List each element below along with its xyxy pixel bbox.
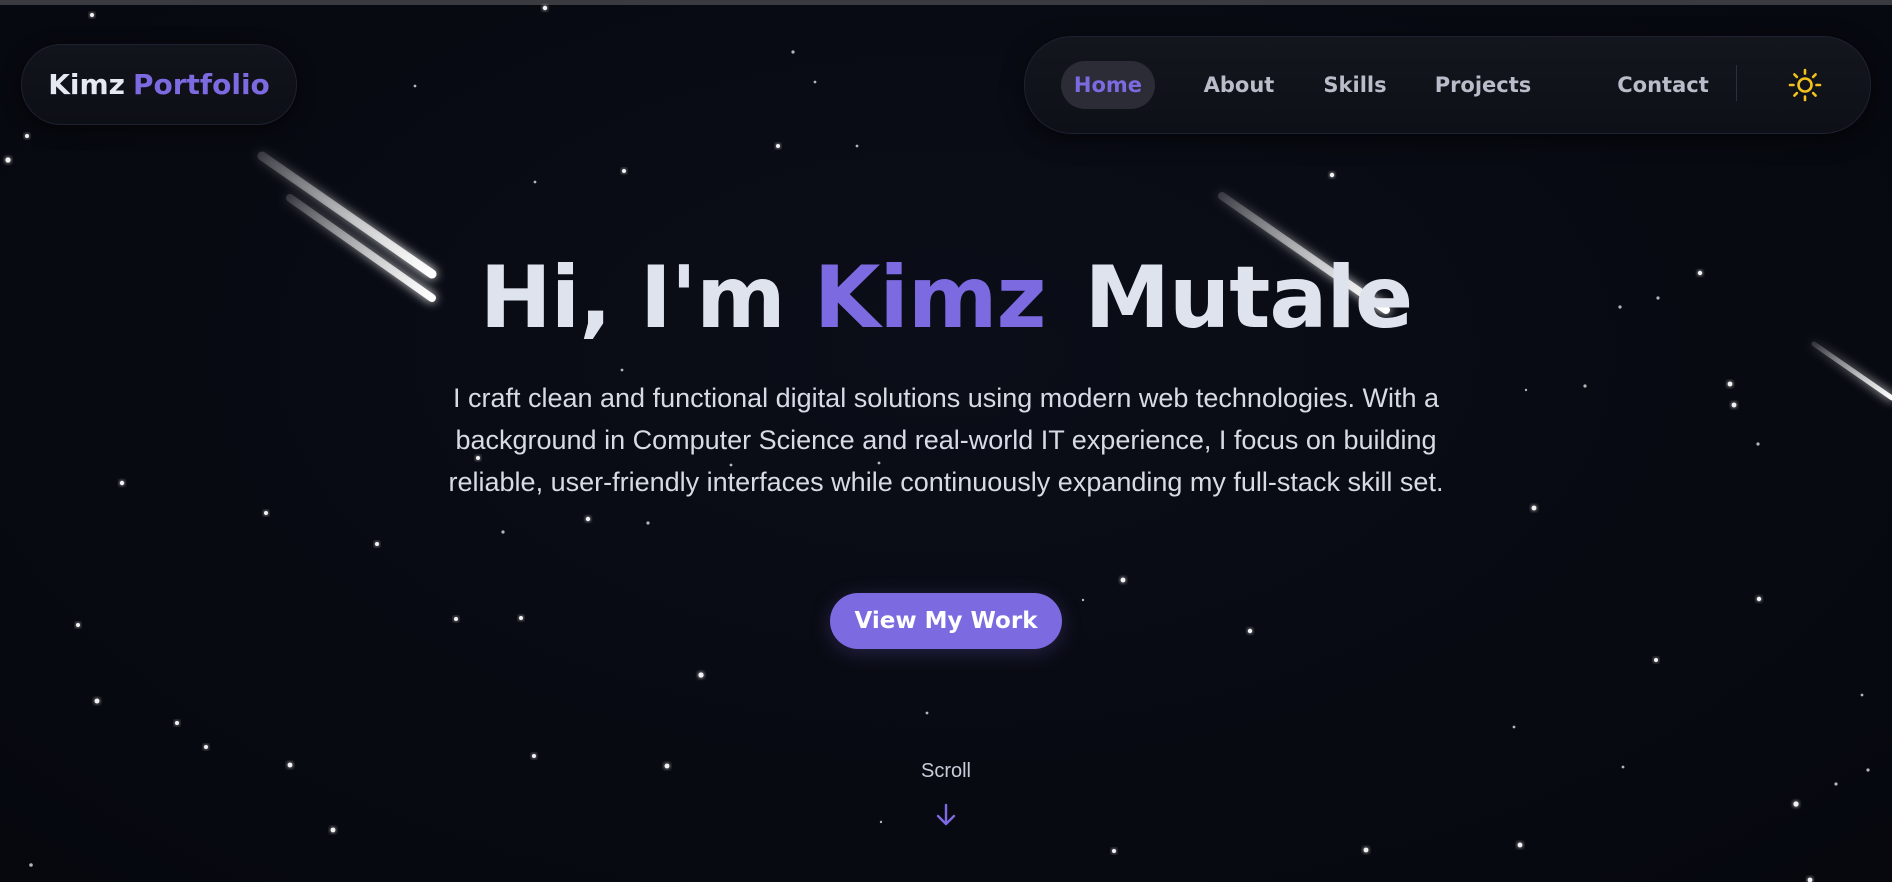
brand-logo[interactable]: Kimz Portfolio: [21, 44, 297, 125]
star: [585, 516, 591, 522]
star: [175, 721, 179, 725]
arrow-down-icon[interactable]: [933, 802, 959, 828]
star: [791, 50, 795, 54]
star: [204, 745, 208, 749]
star: [1866, 768, 1870, 772]
star: [454, 617, 458, 621]
star: [1531, 505, 1537, 511]
star: [375, 542, 379, 546]
sun-icon: [1788, 68, 1822, 102]
star: [5, 157, 11, 163]
star: [501, 530, 505, 534]
shooting-star: [1811, 341, 1892, 401]
star: [1247, 628, 1253, 634]
star: [1860, 693, 1864, 697]
nav-divider: [1736, 65, 1737, 101]
star: [119, 480, 125, 486]
star: [330, 827, 336, 833]
star: [90, 13, 94, 17]
star: [855, 144, 859, 148]
star: [1756, 442, 1760, 446]
star: [1512, 725, 1516, 729]
star: [1727, 381, 1733, 387]
star: [664, 763, 670, 769]
star: [519, 616, 523, 620]
star: [287, 762, 293, 768]
nav-item-label: Projects: [1434, 73, 1532, 97]
star: [1524, 388, 1528, 392]
star: [76, 623, 80, 627]
star: [533, 180, 537, 184]
nav-item-label: Home: [1073, 73, 1143, 97]
star: [1120, 577, 1126, 583]
star: [1793, 801, 1799, 807]
page: Kimz Portfolio Home About Skills Project…: [0, 0, 1892, 882]
theme-toggle-button[interactable]: [1783, 63, 1827, 107]
star: [1081, 598, 1085, 602]
star: [1834, 782, 1838, 786]
hero-description: I craft clean and functional digital sol…: [448, 383, 1444, 497]
nav-item-label: Skills: [1323, 73, 1387, 97]
scroll-label[interactable]: Scroll: [870, 760, 1022, 783]
star: [1363, 847, 1369, 853]
star: [413, 84, 417, 88]
star: [29, 863, 33, 867]
star: [1807, 877, 1813, 882]
brand-suffix: Portfolio: [132, 68, 270, 101]
view-my-work-button[interactable]: View My Work: [830, 593, 1062, 649]
star: [1731, 402, 1737, 408]
hero-heading: Hi, I'm Kimz Mutale: [0, 248, 1892, 348]
star: [264, 511, 268, 515]
star: [25, 134, 29, 138]
star: [620, 368, 624, 372]
star: [532, 754, 536, 758]
hero-name-first: Kimz: [813, 248, 1047, 348]
star: [776, 144, 780, 148]
star: [1621, 765, 1625, 769]
star: [1583, 384, 1587, 388]
nav-item-home[interactable]: Home: [1061, 61, 1155, 109]
star: [542, 5, 548, 11]
star: [698, 672, 704, 678]
nav-item-label: Contact: [1617, 73, 1709, 97]
star: [646, 521, 650, 525]
star: [1112, 849, 1116, 853]
brand-name: Kimz: [48, 68, 125, 101]
star: [1654, 658, 1658, 662]
star: [879, 820, 883, 824]
nav-item-about[interactable]: About: [1195, 61, 1283, 109]
main-navigation: Home About Skills Projects Contact: [1024, 36, 1871, 134]
nav-item-skills[interactable]: Skills: [1317, 61, 1393, 109]
nav-item-projects[interactable]: Projects: [1431, 61, 1535, 109]
star: [622, 169, 626, 173]
nav-item-label: About: [1203, 73, 1275, 97]
star: [925, 711, 929, 715]
star: [1329, 172, 1335, 178]
star: [813, 80, 817, 84]
hero-greeting: Hi, I'm: [479, 248, 786, 348]
star: [94, 698, 100, 704]
hero-name-last: Mutale: [1084, 248, 1413, 348]
star: [1517, 842, 1523, 848]
star: [1756, 596, 1762, 602]
